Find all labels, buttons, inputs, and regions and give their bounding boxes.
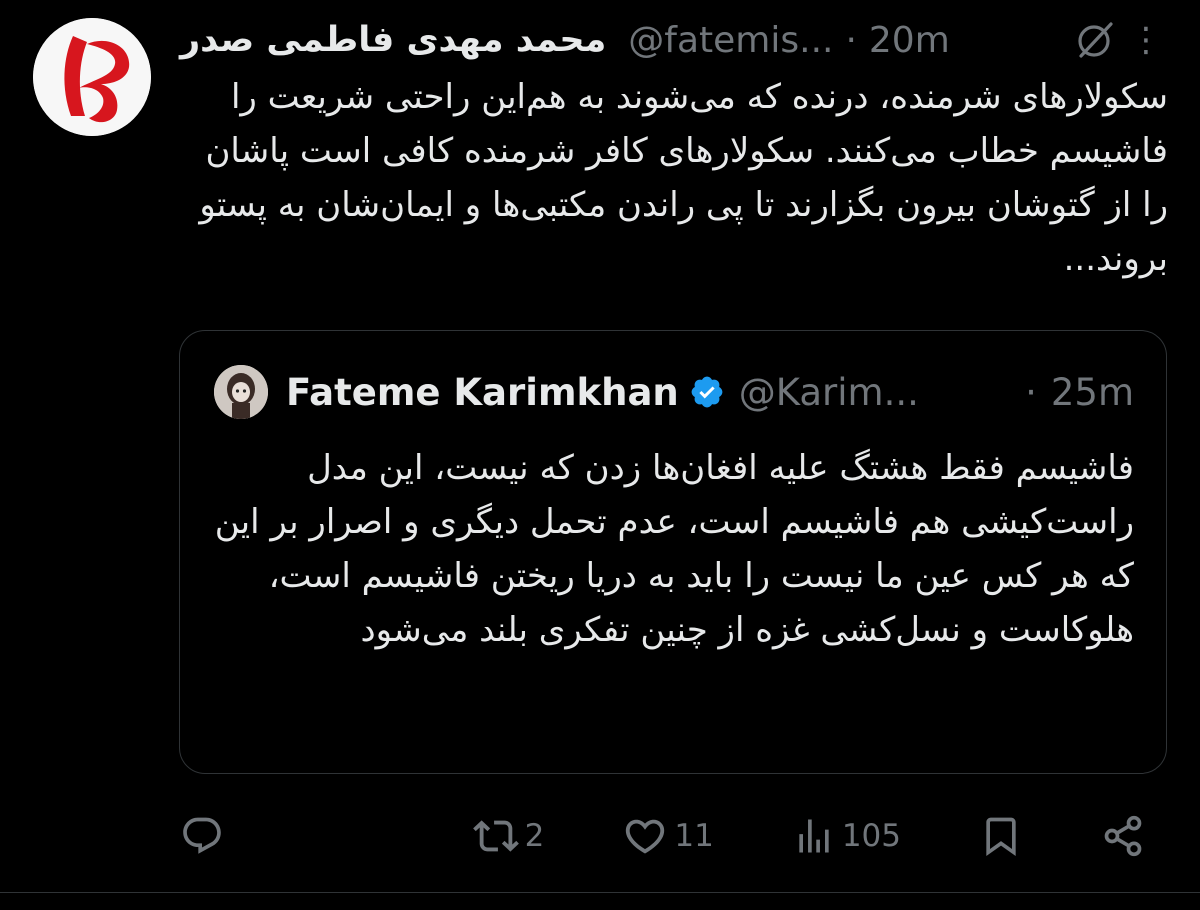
dot-separator: · [1025, 370, 1037, 414]
views-icon [799, 819, 829, 853]
tweet-header: محمد مهدی فاطمی صدر @fatemis... · 20m ⋮ [180, 17, 1165, 63]
quoted-tweet-card[interactable]: Fateme Karimkhan @Karim... · 25m فاشیسم … [179, 330, 1167, 774]
dot-separator: · [845, 19, 857, 61]
bookmark-icon [986, 817, 1016, 857]
retweet-icon [472, 820, 519, 852]
action-bar: 2 11 105 [180, 808, 1145, 864]
views-count: 105 [841, 818, 901, 854]
grok-icon[interactable] [1075, 20, 1115, 60]
like-button[interactable]: 11 [622, 813, 714, 859]
divider [0, 892, 1200, 893]
bookmark-button[interactable] [979, 814, 1023, 858]
quoted-tweet-text: فاشیسم فقط هشتگ علیه افغان‌ها زدن که نیس… [214, 448, 1134, 650]
quoted-tweet-time[interactable]: 25m [1051, 371, 1134, 414]
quoted-author-avatar [214, 365, 268, 419]
quoted-author-name[interactable]: Fateme Karimkhan [286, 371, 679, 414]
share-button[interactable] [1101, 814, 1145, 858]
quoted-tweet-header: Fateme Karimkhan @Karim... · 25m [214, 365, 1134, 419]
more-options-icon[interactable]: ⋮ [1129, 23, 1165, 57]
share-icon [1104, 815, 1142, 857]
like-count: 11 [674, 818, 714, 854]
author-name[interactable]: محمد مهدی فاطمی صدر [180, 20, 606, 60]
tweet-time[interactable]: 20m [869, 20, 950, 61]
tweet-text: سکولارهای شرمنده، درنده که می‌شوند به هم… [199, 77, 1168, 279]
retweet-button[interactable]: 2 [472, 813, 545, 859]
author-avatar[interactable] [33, 18, 151, 136]
author-handle[interactable]: @fatemis... [628, 20, 833, 61]
quoted-author-handle[interactable]: @Karim... [739, 371, 919, 414]
brand-logo-icon [33, 18, 151, 136]
views-button[interactable]: 105 [792, 814, 901, 858]
verified-badge-icon [691, 376, 723, 408]
reply-icon [183, 817, 221, 854]
heart-icon [626, 819, 665, 854]
reply-button[interactable] [180, 814, 224, 858]
retweet-count: 2 [524, 818, 545, 854]
